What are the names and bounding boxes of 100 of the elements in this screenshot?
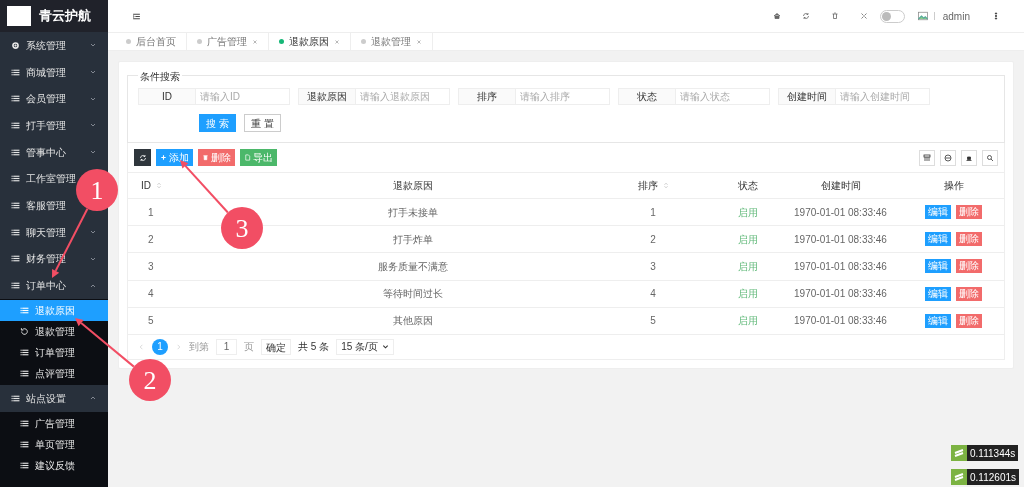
page-input[interactable]: 1 [216,338,237,355]
table-cell-text: 3 [650,259,656,274]
column-header[interactable]: 状态 [738,178,758,193]
list-icon [11,174,20,184]
list-icon [20,418,29,428]
input-field[interactable]: 请输入ID [196,88,290,105]
brand-title: 青云护航 [39,7,91,26]
leaf-icon [951,469,968,485]
list-icon [11,393,20,403]
tab[interactable]: 退款管理 [351,33,433,50]
annotation-arrow [75,318,135,368]
field-label: ID [138,88,196,105]
table-cell-text: 2 [148,232,154,247]
table-cell-text: 1970-01-01 08:33:46 [794,232,887,247]
print-button[interactable] [940,149,956,166]
timing-label: 0.112601s [967,469,1019,485]
table-cell-text: 1970-01-01 08:33:46 [794,314,887,329]
page-label: 页 [244,340,254,355]
column-header[interactable]: 退款原因 [393,178,433,193]
close-icon[interactable] [416,38,422,45]
confirm-button[interactable]: 确定 [261,338,291,355]
sidebar-subitem[interactable]: 订单管理 [0,341,108,363]
sidebar-subitem[interactable]: 广告管理 [0,412,108,434]
search-legend: 条件搜索 [138,69,182,84]
page-size-select[interactable]: 15 条/页 [336,338,394,355]
table-cell-text: 打手炸单 [393,232,433,247]
total-count: 共 5 条 [298,340,330,355]
list-icon [20,439,29,449]
sidebar-subitem[interactable]: 退款管理 [0,320,108,342]
export-button[interactable] [961,149,977,166]
table-cell-text: 5 [650,314,656,329]
input-field[interactable]: 请输入状态 [676,88,770,105]
input-field[interactable]: 请输入排序 [516,88,610,105]
list-icon [11,254,20,264]
input-field[interactable]: 请输入创建时间 [836,88,930,105]
table-cell-text: 1970-01-01 08:33:46 [794,259,887,274]
search-button[interactable] [982,149,998,166]
trash-icon[interactable] [830,12,839,20]
sort-icon [662,182,669,189]
sidebar-subitem[interactable]: 点评管理 [0,362,108,384]
table-cell-text: 打手未接单 [388,205,438,220]
list-icon [20,368,29,378]
field-label: 排序 [458,88,516,105]
tab[interactable]: 广告管理 [187,33,269,50]
input-field[interactable]: 请输入退款原因 [356,88,450,105]
status-text: 启用 [738,314,758,329]
list-icon [20,347,29,357]
user-name[interactable]: admin [942,8,970,24]
theme-switch[interactable] [879,9,905,23]
field-label: 创建时间 [778,88,836,105]
goto-label: 到第 [189,340,209,355]
close-icon[interactable] [334,38,340,45]
table-cell-text: 3 [148,259,154,274]
logo-image [7,6,31,26]
column-header[interactable]: ID [141,178,162,193]
status-text: 启用 [738,205,758,220]
table-cell-text: 4 [148,287,154,302]
table-cell-text: 其他原因 [393,314,433,329]
sidebar-subitem[interactable]: 建议反馈 [0,454,108,476]
field-label: 退款原因 [298,88,356,105]
more-icon[interactable] [992,12,1000,20]
leaf-icon [951,445,968,461]
plus-icon [160,154,167,161]
export-icon [965,153,973,162]
field-label: 状态 [618,88,676,105]
table-cell-text: 1970-01-01 08:33:46 [794,287,887,302]
table-cell-text: 2 [650,232,656,247]
list-icon [11,120,20,130]
status-text: 启用 [738,287,758,302]
column-header[interactable]: 操作 [943,178,964,193]
list-icon [11,227,20,237]
broken-image-icon [916,10,929,22]
table-cell-text: 1 [650,205,656,220]
home-icon[interactable] [772,12,781,20]
reset-button[interactable]: 重 置 [243,114,281,132]
columns-button[interactable] [919,149,935,166]
refresh-button[interactable] [134,149,151,166]
menu-toggle-icon[interactable] [132,11,141,21]
columns-icon [923,153,931,162]
sort-icon [156,182,162,189]
annotation-marker: 2 [129,359,171,401]
timing-label: 0.111344s [967,445,1019,461]
fullscreen-icon[interactable] [859,12,868,20]
tab[interactable]: 退款原因 [269,33,351,50]
refresh-icon[interactable] [801,12,810,20]
column-header[interactable]: 排序 [637,178,669,193]
table-cell-text: 4 [650,287,656,302]
list-icon [11,67,20,77]
close-icon[interactable] [252,38,258,45]
trash-icon [202,154,209,161]
refresh-icon [138,153,147,162]
refresh-icon [20,326,29,336]
table-cell-text: 等待时间过长 [383,287,443,302]
list-icon [11,147,20,157]
list-icon [20,305,29,315]
search-icon [986,153,994,162]
tab[interactable]: 后台首页 [116,33,187,50]
table-cell-text: 1 [148,205,154,220]
column-header[interactable]: 创建时间 [820,178,861,193]
sidebar-subitem[interactable]: 单页管理 [0,433,108,455]
